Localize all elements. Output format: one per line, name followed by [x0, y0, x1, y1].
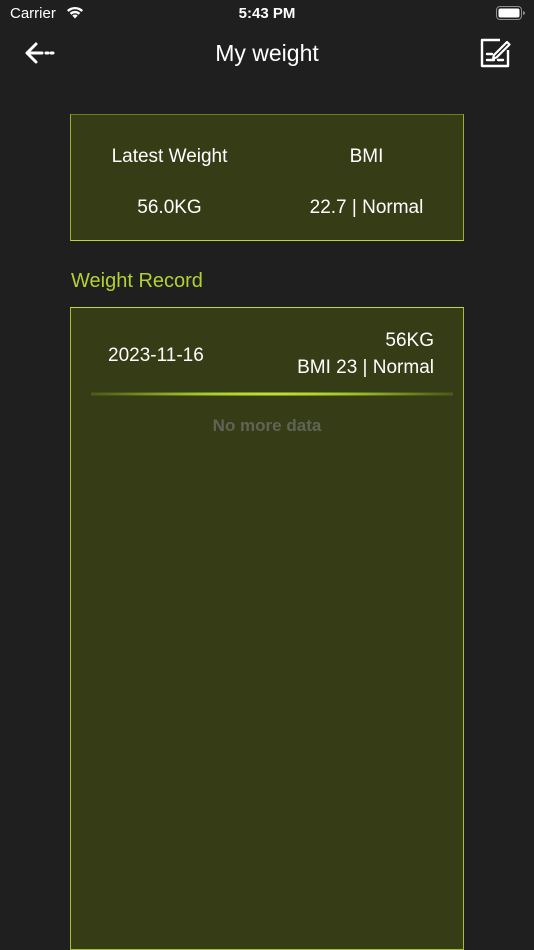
record-weight: 56KG [385, 330, 434, 351]
nav-bar: My weight [0, 28, 534, 80]
latest-weight-label: Latest Weight [111, 146, 228, 167]
edit-note-icon [480, 38, 511, 68]
battery-icon [496, 6, 525, 20]
row-divider [91, 392, 453, 396]
weight-summary-card: Latest Weight 56.0KG BMI 22.7 | Normal [70, 114, 464, 241]
no-more-data-label: No more data [212, 416, 322, 435]
weight-record-heading: Weight Record [71, 270, 203, 292]
bmi-value: 22.7 | Normal [309, 197, 424, 218]
latest-weight-section: Latest Weight 56.0KG [71, 115, 268, 242]
weight-record-list[interactable]: 2023-11-16 56KG BMI 23 | Normal No more … [70, 307, 464, 950]
status-time: 5:43 PM [238, 5, 296, 22]
weight-screen: Carrier 5:43 PM My weight Latest Weight … [0, 0, 534, 950]
bmi-label: BMI [349, 146, 384, 167]
status-bar: Carrier 5:43 PM [0, 0, 534, 28]
bmi-section: BMI 22.7 | Normal [268, 115, 465, 242]
edit-record-button[interactable] [478, 36, 512, 70]
latest-weight-value: 56.0KG [137, 197, 202, 218]
record-bmi: BMI 23 | Normal [297, 357, 434, 378]
record-date: 2023-11-16 [108, 345, 204, 366]
list-item[interactable]: 2023-11-16 56KG BMI 23 | Normal [71, 308, 463, 396]
page-title: My weight [215, 40, 319, 66]
